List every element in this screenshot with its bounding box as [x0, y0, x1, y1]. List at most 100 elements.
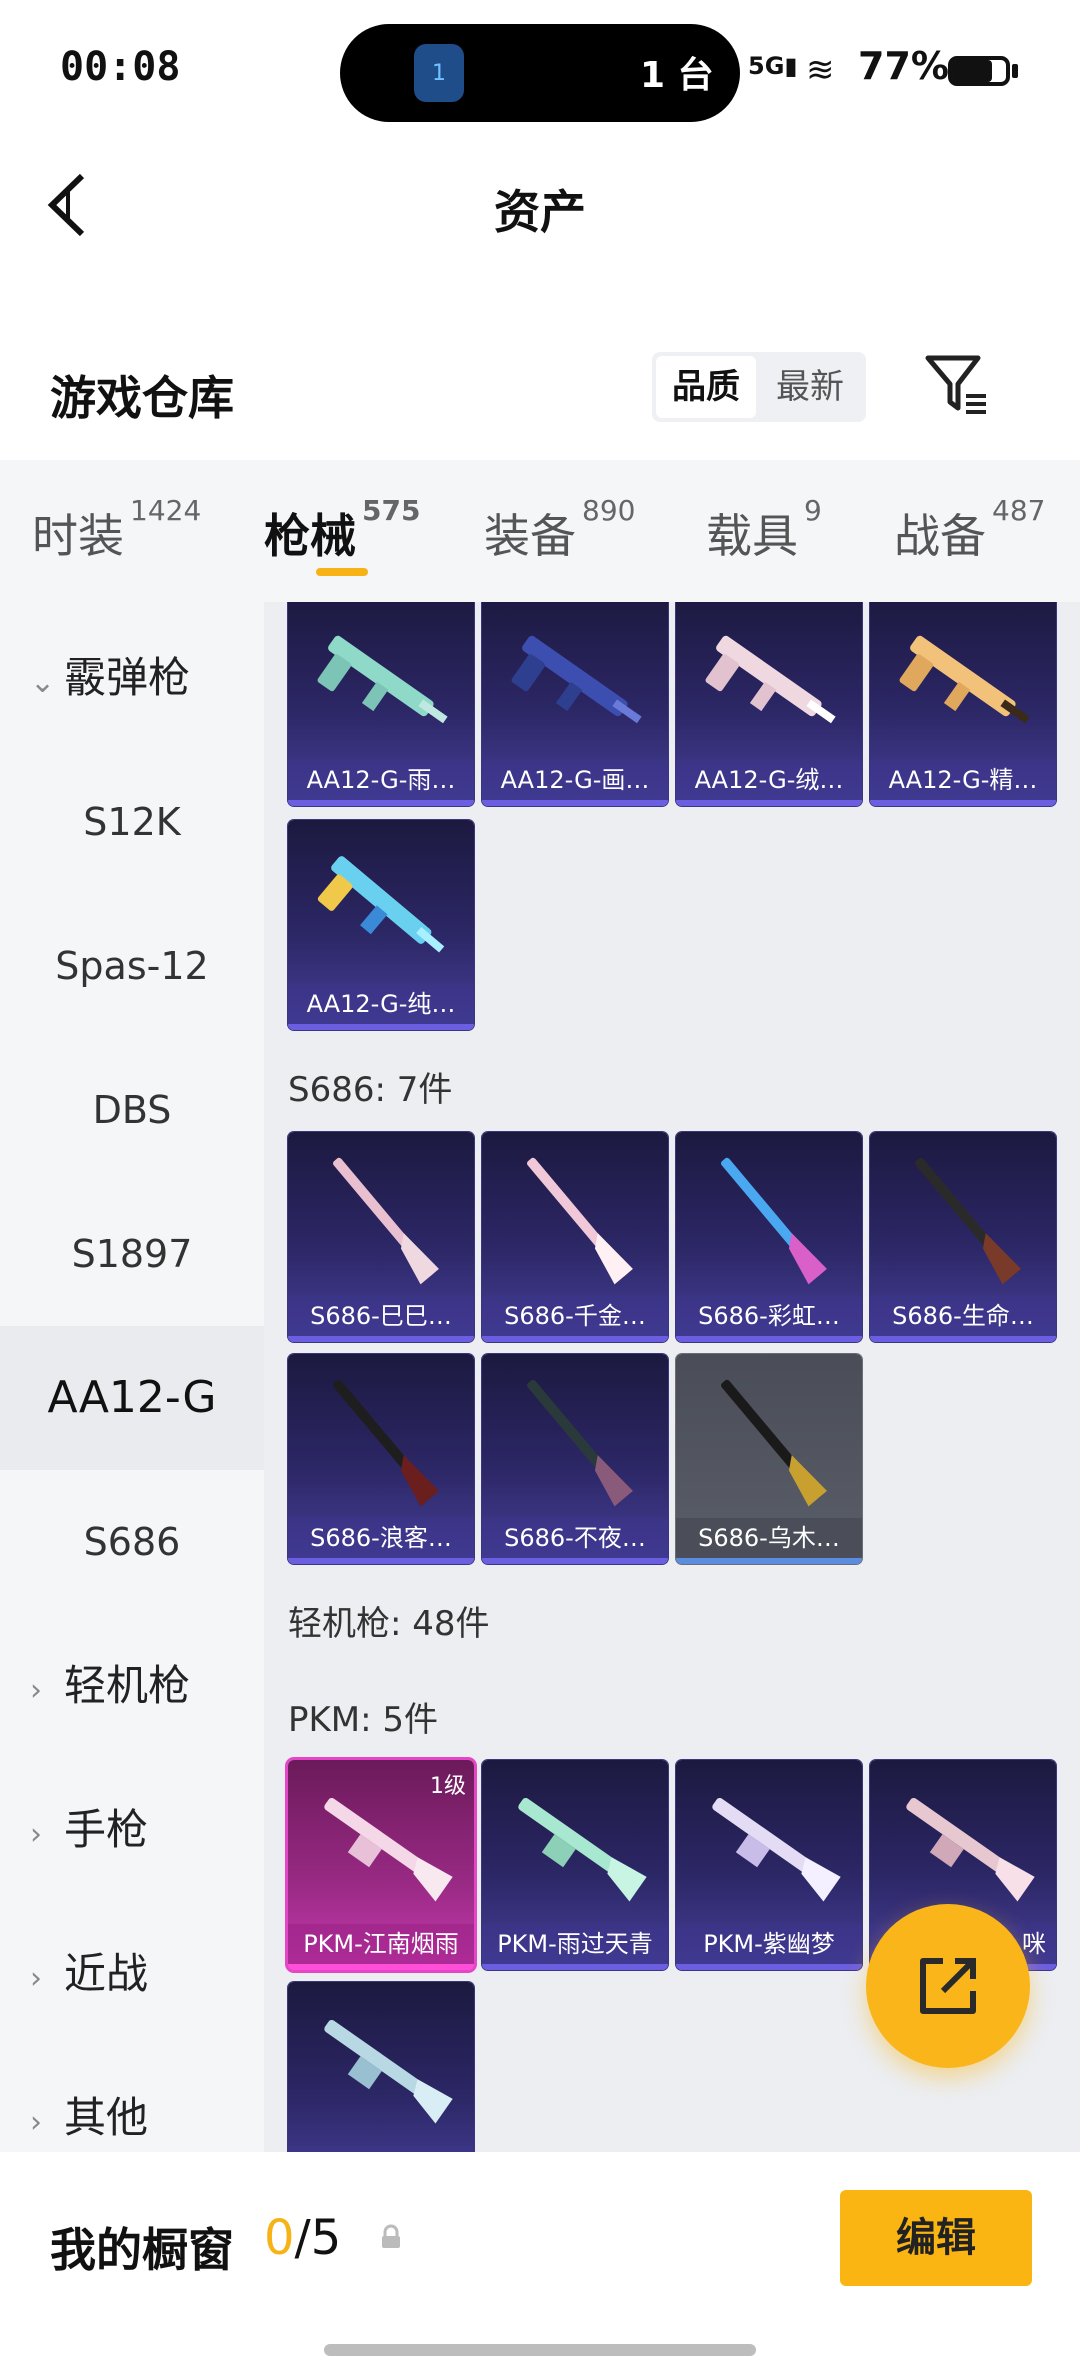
tab-count: 1424 [130, 494, 202, 527]
item-name: S686-千金… [482, 1296, 668, 1336]
item-name: PKM-雨过天青 [482, 1924, 668, 1964]
sidebar-group-lmg[interactable]: › 轻机枪 [0, 1614, 264, 1758]
sidebar-item-s686[interactable]: S686 [0, 1470, 264, 1614]
island-text: 1 台 [640, 55, 714, 96]
item-card[interactable]: AA12-G-绒… [676, 602, 862, 806]
shotgun-icon [333, 1379, 439, 1507]
sort-newest-button[interactable]: 最新 [758, 356, 862, 418]
tab-count: 890 [582, 494, 636, 527]
item-card[interactable]: AA12-G-纯… [288, 820, 474, 1030]
shotgun-icon [333, 1157, 439, 1285]
tab-label: 装备 [484, 509, 576, 563]
rarity-bar [288, 1024, 474, 1030]
item-card[interactable] [288, 1982, 474, 2152]
item-name: S686-巳巳… [288, 1296, 474, 1336]
island-badge: 1 [432, 60, 446, 86]
item-card[interactable]: AA12-G-精… [870, 602, 1056, 806]
shotgun-icon [721, 1379, 827, 1507]
sidebar-group-pistol[interactable]: › 手枪 [0, 1758, 264, 1902]
machine-gun-icon [324, 2019, 453, 2124]
share-icon [920, 1958, 976, 2014]
sidebar-group-shotgun[interactable]: ⌄ 霰弹枪 [0, 606, 264, 750]
item-card[interactable]: S686-千金… [482, 1132, 668, 1342]
chevron-right-icon: › [30, 1961, 42, 1996]
item-card[interactable]: S686-彩虹… [676, 1132, 862, 1342]
broadcast-icon: 1 [414, 44, 464, 102]
showcase-label: 我的橱窗 [50, 2223, 234, 2277]
rarity-bar [870, 800, 1056, 806]
share-button[interactable] [866, 1904, 1030, 2068]
chevron-right-icon: › [30, 1673, 42, 1708]
sort-quality-button[interactable]: 品质 [656, 356, 756, 418]
section-header-s686: S686: 7件 [288, 1070, 453, 1110]
rarity-bar [676, 1964, 862, 1970]
tab-vehicles[interactable]: 载具 9 [706, 494, 822, 566]
sidebar-item-s12k[interactable]: S12K [0, 750, 264, 894]
rarity-bar [482, 1964, 668, 1970]
tab-fashion[interactable]: 时装 1424 [32, 494, 201, 566]
showcase-count-total: /5 [294, 2210, 342, 2266]
rarity-bar [676, 1336, 862, 1342]
warehouse-title: 游戏仓库 [50, 371, 234, 425]
sort-toggle: 品质 最新 [652, 352, 866, 422]
page-title: 资产 [494, 185, 586, 239]
item-card[interactable]: S686-巳巳… [288, 1132, 474, 1342]
tab-label: 载具 [706, 509, 798, 563]
signal-label: 5G [748, 52, 785, 80]
rarity-bar [288, 1558, 474, 1564]
item-card[interactable]: S686-乌木… [676, 1354, 862, 1564]
sidebar-group-other[interactable]: › 其他 [0, 2046, 264, 2152]
rarity-bar [482, 1558, 668, 1564]
rarity-bar [676, 1558, 862, 1564]
tab-equipment[interactable]: 装备 890 [484, 494, 635, 566]
item-name: AA12-G-绒… [676, 760, 862, 800]
filter-icon[interactable] [922, 350, 992, 420]
tab-guns[interactable]: 枪械 575 [264, 494, 420, 566]
rarity-bar [676, 800, 862, 806]
tab-label: 枪械 [264, 509, 356, 563]
chevron-down-icon: ⌄ [30, 665, 56, 700]
rarity-bar [288, 1336, 474, 1342]
signal-icon: 5G▮ [748, 52, 798, 80]
edit-button[interactable]: 编辑 [840, 2190, 1032, 2286]
shotgun-icon [527, 1157, 633, 1285]
item-name: S686-乌木… [676, 1518, 862, 1558]
sidebar-item-spas12[interactable]: Spas-12 [0, 894, 264, 1038]
sidebar-group-melee[interactable]: › 近战 [0, 1902, 264, 2046]
home-indicator[interactable] [324, 2344, 756, 2356]
item-card[interactable]: AA12-G-雨… [288, 602, 474, 806]
item-card[interactable]: 1级 PKM-江南烟雨 [288, 1760, 474, 1970]
item-level: 1级 [430, 1774, 466, 1799]
rarity-bar [482, 1336, 668, 1342]
tab-supplies[interactable]: 战备 487 [894, 494, 1045, 566]
showcase-count-current: 0 [264, 2210, 295, 2266]
shotgun-icon [527, 1379, 633, 1507]
item-card[interactable]: S686-生命… [870, 1132, 1056, 1342]
chevron-right-icon: › [30, 2105, 42, 2140]
sidebar-label: 霰弹枪 [64, 653, 191, 702]
sidebar-item-s1897[interactable]: S1897 [0, 1182, 264, 1326]
sidebar-item-dbs[interactable]: DBS [0, 1038, 264, 1182]
sidebar-label: 轻机枪 [64, 1661, 191, 1710]
item-name: AA12-G-纯… [288, 984, 474, 1024]
item-card[interactable]: PKM-紫幽梦 [676, 1760, 862, 1970]
section-header-lmg: 轻机枪: 48件 [288, 1604, 490, 1644]
item-card[interactable]: S686-不夜… [482, 1354, 668, 1564]
item-card[interactable]: S686-浪客… [288, 1354, 474, 1564]
showcase-count: 0/5 [264, 2210, 341, 2266]
machine-gun-icon [906, 1797, 1035, 1902]
lock-icon [378, 2224, 404, 2250]
item-card[interactable]: AA12-G-画… [482, 602, 668, 806]
battery-percent: 77% [858, 44, 949, 88]
sidebar-item-aa12g[interactable]: AA12-G [0, 1326, 264, 1470]
rifle-icon [317, 635, 448, 724]
tab-count: 9 [804, 494, 822, 527]
battery-fill [952, 60, 992, 82]
item-name: AA12-G-精… [870, 760, 1056, 800]
item-card[interactable]: PKM-雨过天青 [482, 1760, 668, 1970]
tab-count: 575 [362, 494, 421, 527]
status-time: 00:08 [60, 44, 181, 90]
tab-indicator [316, 568, 368, 576]
tab-label: 时装 [32, 509, 124, 563]
item-name: S686-不夜… [482, 1518, 668, 1558]
